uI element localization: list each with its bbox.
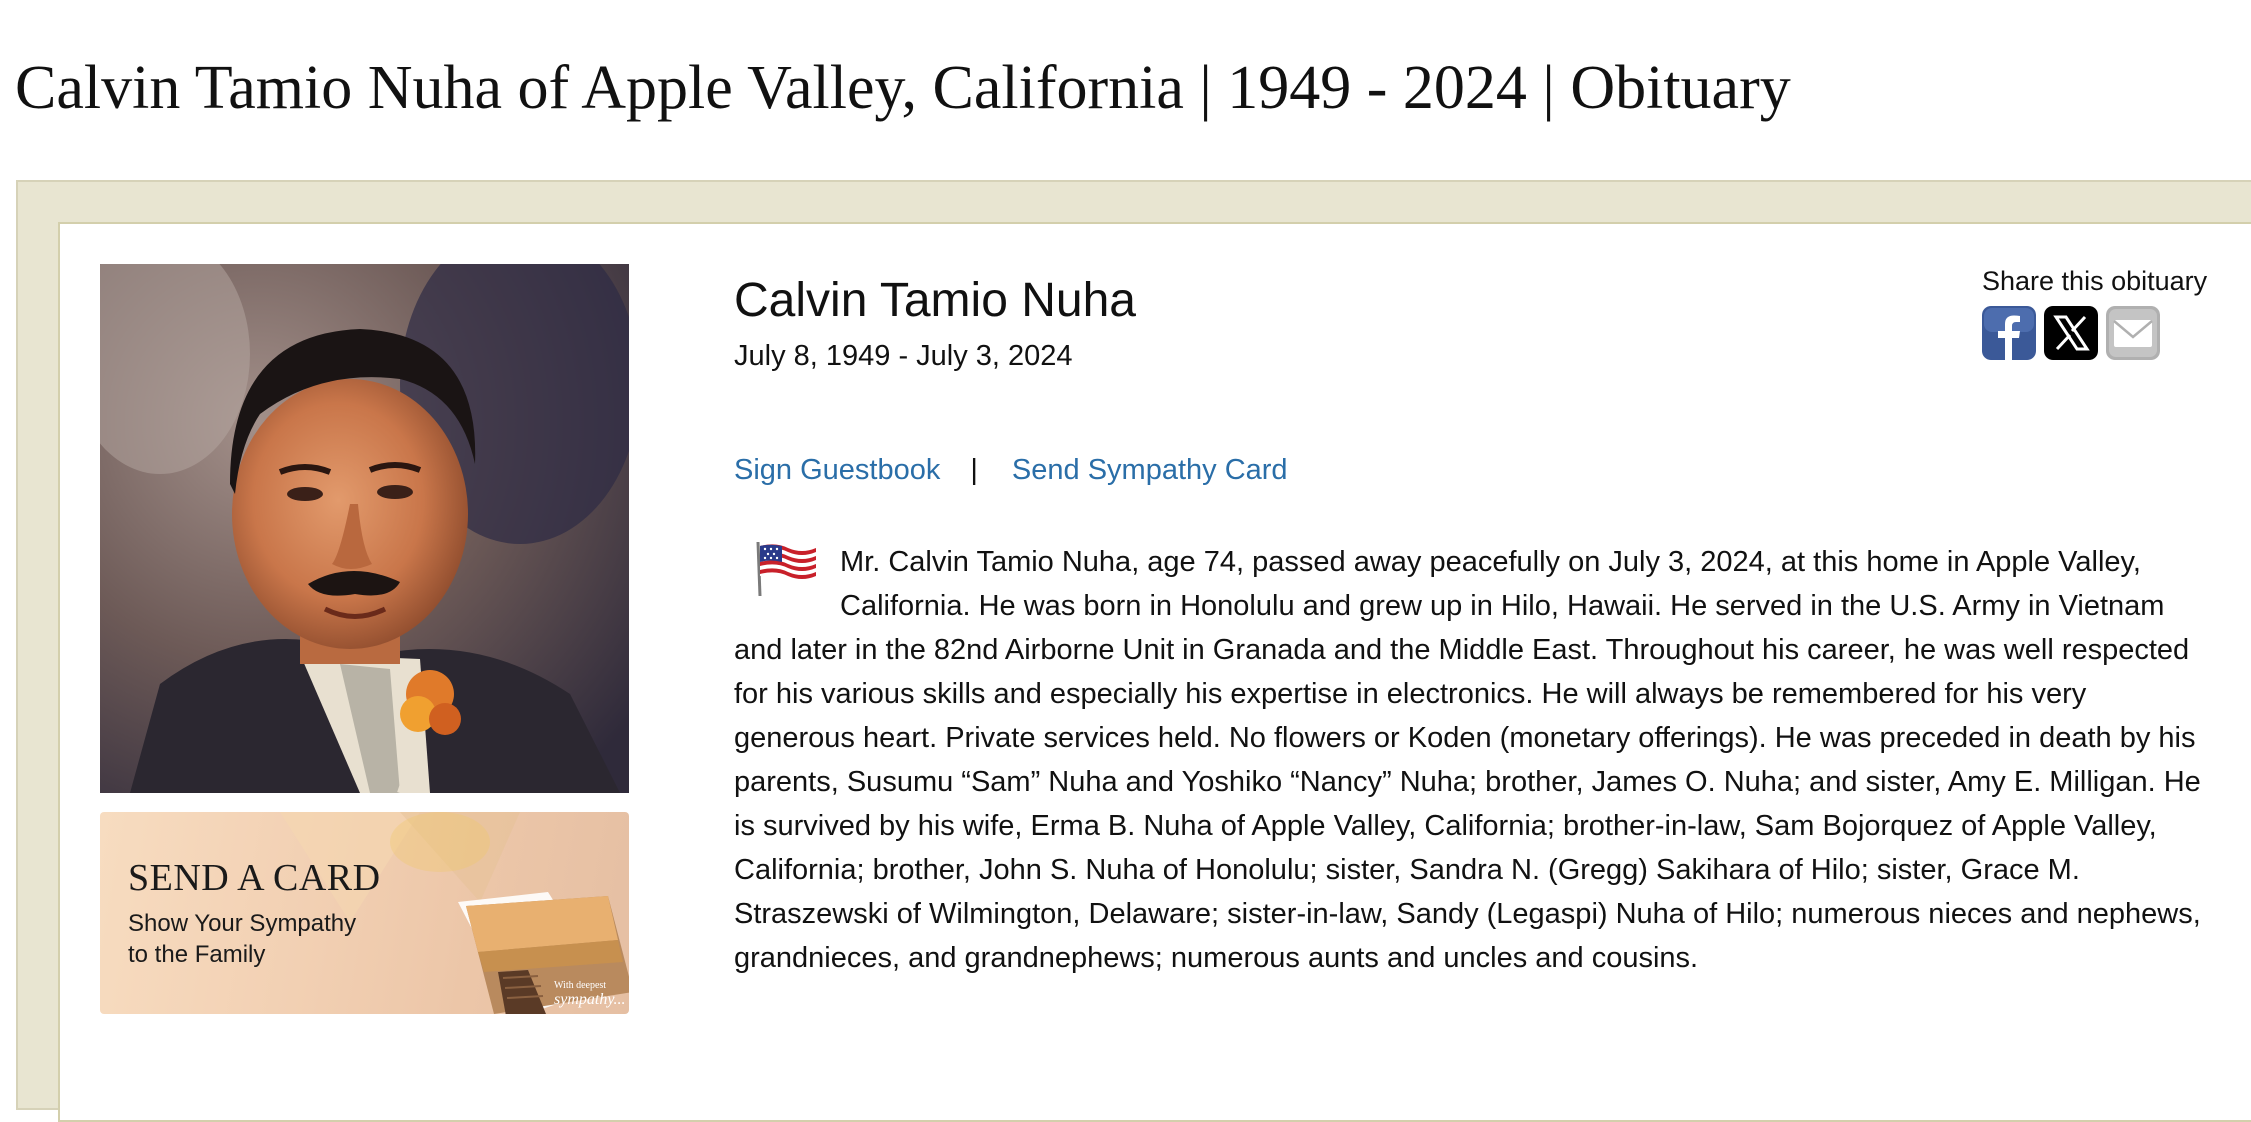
send-a-card-banner[interactable]: SEND A CARD Show Your Sympathy to the Fa…: [100, 812, 629, 1014]
page-title: Calvin Tamio Nuha of Apple Valley, Calif…: [15, 54, 1791, 122]
deceased-name: Calvin Tamio Nuha: [734, 274, 1136, 327]
life-dates: July 8, 1949 - July 3, 2024: [734, 340, 1073, 372]
send-card-subtitle-line2: to the Family: [128, 941, 266, 968]
obituary-actions: Sign Guestbook | Send Sympathy Card: [734, 450, 1288, 490]
send-card-subtitle-line1: Show Your Sympathy: [128, 910, 357, 937]
portrait-photo: [100, 264, 629, 793]
card-text-small: With deepest: [554, 980, 606, 991]
share-icons: [1982, 306, 2160, 360]
link-separator: |: [970, 454, 978, 486]
sign-guestbook-link[interactable]: Sign Guestbook: [734, 450, 940, 490]
x-icon[interactable]: [2044, 306, 2098, 360]
american-flag-icon: [756, 541, 816, 596]
send-card-subtitle: Show Your Sympathy to the Family: [128, 908, 356, 970]
facebook-icon[interactable]: [1982, 306, 2036, 360]
sympathy-card-image: With deepest sympathy...: [458, 892, 629, 1014]
obituary-text: Mr. Calvin Tamio Nuha, age 74, passed aw…: [734, 546, 2201, 974]
email-icon[interactable]: [2106, 306, 2160, 360]
card-text-script: sympathy...: [554, 991, 626, 1008]
obituary-text-block: Mr. Calvin Tamio Nuha, age 74, passed aw…: [734, 540, 2214, 980]
share-label: Share this obituary: [1982, 266, 2208, 296]
send-card-title: SEND A CARD: [128, 857, 381, 899]
send-sympathy-card-link[interactable]: Send Sympathy Card: [1012, 450, 1288, 490]
